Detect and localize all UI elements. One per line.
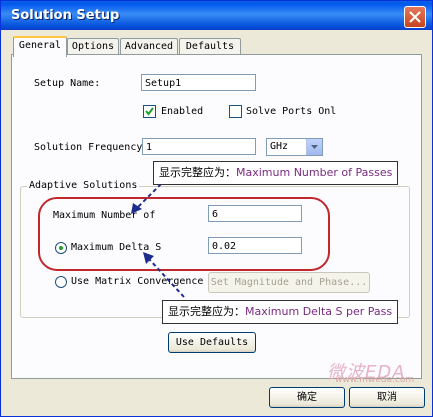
highlight-box <box>38 197 330 271</box>
callout-2-prefix: 显示完整应为： <box>168 305 245 318</box>
watermark-url: www.mweda.com <box>335 375 415 385</box>
ok-button[interactable]: 确定 <box>269 387 345 408</box>
callout-1-text: Maximum Number of Passes <box>236 166 393 179</box>
tab-general[interactable]: General <box>13 36 67 57</box>
cancel-button[interactable]: 取消 <box>349 387 425 408</box>
solution-setup-dialog: Solution Setup General Options Advanced … <box>0 0 433 417</box>
callout-arrow-1 <box>136 183 162 209</box>
annotation-overlay <box>38 183 330 298</box>
annotation-callout-2: 显示完整应为：Maximum Delta S per Pass <box>162 300 399 324</box>
callout-arrow-2 <box>148 258 185 298</box>
callout-2-text: Maximum Delta S per Pass <box>245 305 393 318</box>
callout-arrow-2-head <box>143 252 154 264</box>
callout-1-prefix: 显示完整应为： <box>159 166 236 179</box>
annotation-callout-1: 显示完整应为：Maximum Number of Passes <box>153 161 399 185</box>
tab-general-label: General <box>18 40 62 51</box>
